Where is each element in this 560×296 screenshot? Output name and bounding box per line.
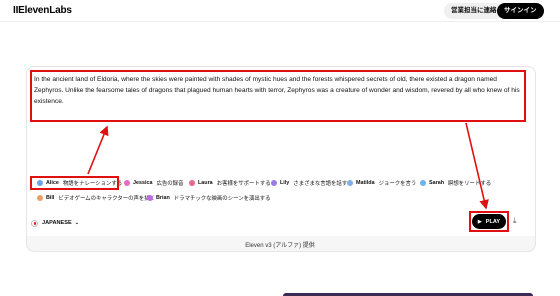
arrow-text-to-play	[465, 122, 489, 210]
arrow-alice-to-text	[87, 125, 109, 175]
annotation-arrows	[87, 122, 489, 210]
